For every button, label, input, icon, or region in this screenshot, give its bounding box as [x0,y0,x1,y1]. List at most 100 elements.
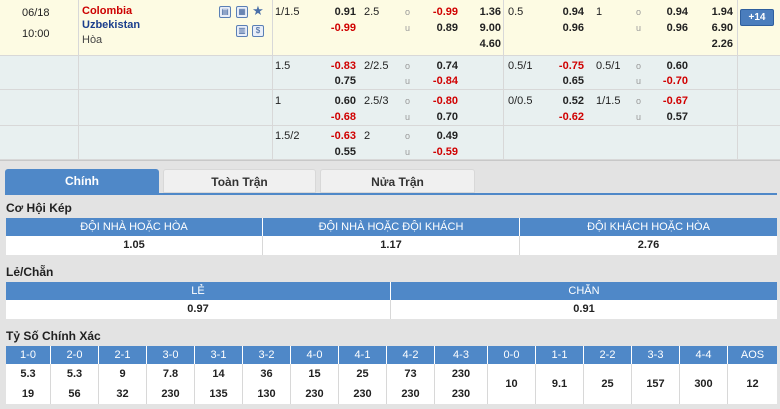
divider [78,0,79,160]
odd-value[interactable]: -0.83 [316,60,356,72]
over-label: o [405,7,411,17]
odd-value[interactable]: 9 [99,364,147,384]
odd-even-values: 0.97 0.91 [6,300,777,319]
odd-value[interactable]: 36 [243,364,291,384]
odd-value[interactable]: 4.60 [461,38,501,50]
odd-value[interactable]: 0.91 [391,300,777,319]
odd-value[interactable]: 1.05 [6,236,263,255]
handicap-line: 1.5/2 [275,130,300,142]
dollar-icon[interactable]: $ [252,25,264,37]
tab-half-match[interactable]: Nửa Trận [320,169,475,193]
odd-value[interactable]: 0.60 [648,60,688,72]
double-chance-title: Cơ Hội Kép [6,201,72,215]
odd-value[interactable]: 1.36 [461,6,501,18]
odd-value[interactable]: 9.00 [461,22,501,34]
more-markets-button[interactable]: +14 [740,9,774,26]
odd-value[interactable]: 0.49 [418,130,458,142]
odd-value[interactable]: 0.75 [316,75,356,87]
odd-value[interactable]: 230 [435,364,488,384]
col-header: 4-4 [680,346,728,364]
home-team-link[interactable]: Colombia [82,5,132,17]
odd-value[interactable]: 0.55 [316,146,356,158]
odd-value[interactable]: 0.96 [544,22,584,34]
odd-value[interactable]: 1.17 [263,236,520,255]
col-header: AOS [740,349,765,361]
divider [272,0,273,160]
odd-value[interactable]: 7.8 [147,364,195,384]
draw-label: Hòa [82,34,103,46]
odd-value[interactable]: -0.70 [648,75,688,87]
odd-value[interactable]: -0.75 [544,60,584,72]
odd-value[interactable]: -0.99 [316,22,356,34]
markets-panel: Chính Toàn Trận Nửa Trận Cơ Hội Kép ĐỘI … [0,160,780,409]
odd-value[interactable]: 0.97 [6,300,391,319]
odd-value[interactable]: 230 [435,384,488,404]
handicap-line: 1.5 [275,60,291,72]
odd-value[interactable]: 5.3 [6,364,51,384]
odd-value[interactable]: 56 [51,384,99,404]
odd-value[interactable]: 19 [6,384,51,404]
odd-even-title: Lẻ/Chẵn [6,265,54,279]
odd-value[interactable]: 300 [680,364,728,404]
odd-value[interactable]: 0.89 [418,22,458,34]
odd-value[interactable]: -0.67 [648,95,688,107]
tab-main[interactable]: Chính [5,169,159,193]
odd-value[interactable]: 0.60 [316,95,356,107]
odd-value[interactable]: 12 [728,364,777,404]
odd-value[interactable]: 0.94 [648,6,688,18]
odd-value[interactable]: 1.94 [693,6,733,18]
odd-value[interactable]: 5.3 [51,364,99,384]
odd-value[interactable]: 0.94 [544,6,584,18]
odd-value[interactable]: 14 [195,364,243,384]
away-team-link[interactable]: Uzbekistan [82,19,140,31]
odd-value[interactable]: 230 [387,384,435,404]
total-line: 1/1.5 [596,95,621,107]
tab-full-match[interactable]: Toàn Trận [163,169,316,193]
double-chance-header: ĐỘI NHÀ HOẶC HÒA ĐỘI NHÀ HOẶC ĐỘI KHÁCH … [6,218,777,236]
odd-value[interactable]: 6.90 [693,22,733,34]
odd-value[interactable]: -0.59 [418,146,458,158]
odd-value[interactable]: 130 [243,384,291,404]
odds-table: 06/18 10:00 Colombia Uzbekistan Hòa ▤ ▦ … [0,0,780,160]
col-header: 1-1 [536,346,584,364]
odd-value[interactable]: -0.63 [316,130,356,142]
odd-value[interactable]: 230 [291,384,339,404]
handicap-line: 1/1.5 [275,6,300,18]
odd-value[interactable]: 230 [339,384,387,404]
odd-value[interactable]: 25 [584,364,632,404]
over-label: o [405,96,411,106]
odd-value[interactable]: 0.52 [544,95,584,107]
odd-value[interactable]: 135 [195,384,243,404]
odd-value[interactable]: 230 [147,384,195,404]
odd-value[interactable]: 0.65 [544,75,584,87]
tab-underline [5,193,777,195]
odd-value[interactable]: 0.57 [648,111,688,123]
odd-value[interactable]: 0.91 [316,6,356,18]
under-label: u [405,23,411,33]
odd-value[interactable]: 2.26 [693,38,733,50]
stats-icon[interactable]: ▤ [219,6,231,18]
odd-value[interactable]: -0.68 [316,111,356,123]
odd-value[interactable]: 0.70 [418,111,458,123]
odd-value[interactable]: 157 [632,364,680,404]
odd-value[interactable]: 2.76 [520,236,777,255]
odd-value[interactable]: -0.80 [418,95,458,107]
odd-value[interactable]: 15 [291,364,339,384]
odd-value[interactable]: 25 [339,364,387,384]
lineup-icon[interactable]: ▦ [236,6,248,18]
odd-value[interactable]: -0.84 [418,75,458,87]
odd-value[interactable]: -0.99 [418,6,458,18]
col-header: 2-2 [584,346,632,364]
match-datetime: 06/18 10:00 [22,6,50,42]
match-time: 10:00 [22,28,50,40]
col-header: 2-1 [99,346,147,364]
odd-value[interactable]: 0.74 [418,60,458,72]
odd-value[interactable]: 10 [488,364,536,404]
odd-value[interactable]: -0.62 [544,111,584,123]
star-icon[interactable]: ★ [252,4,264,17]
odd-value[interactable]: 9.1 [536,364,584,404]
odd-value[interactable]: 32 [99,384,147,404]
odd-value[interactable]: 0.96 [648,22,688,34]
odd-value[interactable]: 73 [387,364,435,384]
calendar-icon[interactable]: ▥ [236,25,248,37]
